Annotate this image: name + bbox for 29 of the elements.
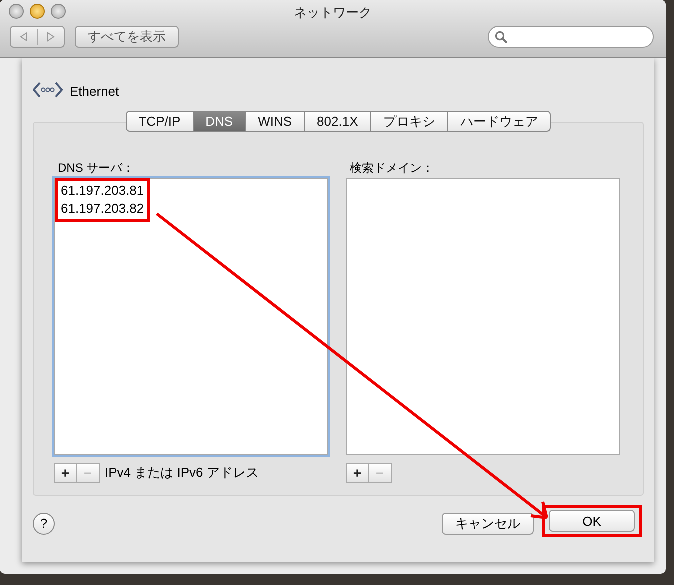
search-icon bbox=[495, 30, 508, 44]
tab[interactable]: ハードウェア bbox=[448, 111, 552, 132]
list-item[interactable]: 61.197.203.82 bbox=[61, 200, 144, 218]
ok-button[interactable]: OK bbox=[549, 510, 635, 532]
search-domain-list[interactable] bbox=[346, 178, 620, 455]
search-field[interactable] bbox=[488, 26, 654, 48]
tab[interactable]: DNS bbox=[194, 111, 246, 132]
tab[interactable]: WINS bbox=[246, 111, 306, 132]
minimize-icon[interactable] bbox=[30, 4, 45, 19]
forward-icon[interactable] bbox=[46, 32, 56, 42]
tab[interactable]: TCP/IP bbox=[126, 111, 194, 132]
close-icon[interactable] bbox=[9, 4, 24, 19]
add-button[interactable]: + bbox=[54, 463, 77, 483]
add-button[interactable]: + bbox=[346, 463, 369, 483]
dns-server-list[interactable]: 61.197.203.81 61.197.203.82 bbox=[54, 178, 328, 455]
hint-text: IPv4 または IPv6 アドレス bbox=[105, 464, 259, 482]
tab[interactable]: 802.1X bbox=[305, 111, 372, 132]
help-button[interactable]: ? bbox=[33, 512, 55, 534]
window-title: ネットワーク bbox=[293, 4, 373, 22]
list-label: DNS サーバ： bbox=[57, 160, 136, 174]
zoom-icon[interactable] bbox=[51, 4, 66, 19]
cancel-button[interactable]: キャンセル bbox=[442, 512, 534, 534]
back-forward-control[interactable] bbox=[10, 26, 65, 48]
back-icon[interactable] bbox=[19, 32, 29, 42]
show-all-button[interactable]: すべてを表示 bbox=[75, 26, 179, 48]
list-label: 検索ドメイン： bbox=[349, 160, 435, 174]
list-item[interactable]: 61.197.203.81 bbox=[61, 182, 144, 200]
tab[interactable]: プロキシ bbox=[371, 111, 448, 132]
service-name: Ethernet bbox=[70, 84, 120, 98]
